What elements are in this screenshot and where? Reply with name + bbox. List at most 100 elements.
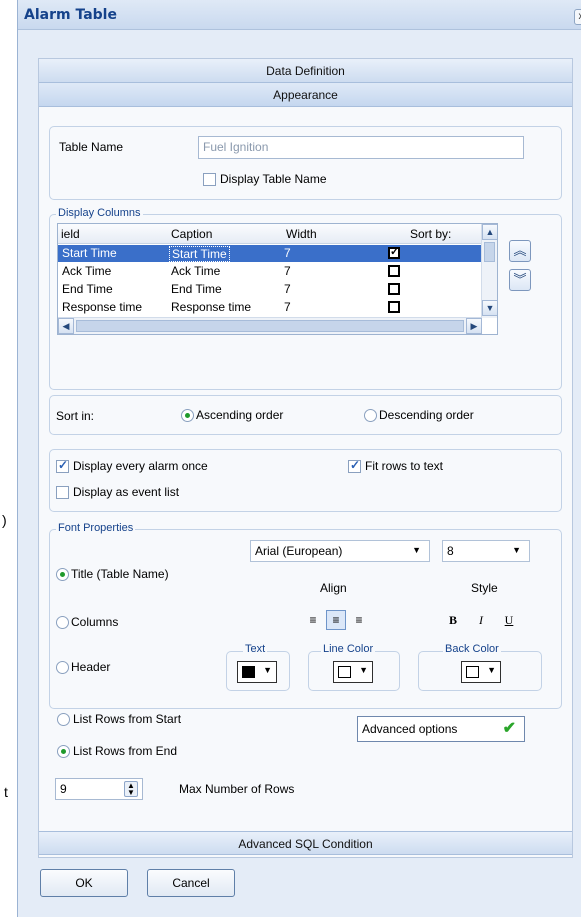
list-from-start-radio[interactable] bbox=[57, 713, 70, 726]
dialog-title: Alarm Table bbox=[24, 7, 117, 23]
grid-horizontal-scrollbar[interactable]: ◀ ▶ bbox=[58, 317, 482, 334]
text-color-picker[interactable]: ▼ bbox=[237, 661, 277, 683]
background-letter: t bbox=[4, 784, 8, 800]
row-caption[interactable]: Ack Time bbox=[171, 264, 220, 278]
scroll-left-icon[interactable]: ◀ bbox=[58, 318, 74, 334]
underline-button[interactable]: U bbox=[499, 610, 519, 630]
text-color-label: Text bbox=[243, 643, 268, 655]
row-field: Start Time bbox=[62, 246, 117, 260]
row-caption[interactable]: Response time bbox=[171, 300, 251, 314]
font-select[interactable]: Arial (European) ▼ bbox=[250, 540, 430, 562]
target-title-label: Title (Table Name) bbox=[71, 567, 169, 581]
size-value: 8 bbox=[447, 544, 454, 558]
grid-header: ield Caption Width Sort by: bbox=[58, 224, 482, 244]
display-table-name-checkbox[interactable] bbox=[203, 173, 216, 186]
list-from-end-radio[interactable] bbox=[57, 745, 70, 758]
font-properties-group: Font Properties Arial (European) ▼ 8 ▼ T… bbox=[49, 522, 562, 709]
cancel-button[interactable]: Cancel bbox=[147, 869, 235, 897]
size-select[interactable]: 8 ▼ bbox=[442, 540, 530, 562]
display-table-name-label: Display Table Name bbox=[220, 172, 327, 186]
section-data-definition[interactable]: Data Definition bbox=[39, 59, 572, 83]
max-rows-spinner[interactable]: 9 ▲ ▼ bbox=[55, 778, 143, 800]
target-title-radio[interactable] bbox=[56, 568, 69, 581]
scroll-up-icon[interactable]: ▲ bbox=[482, 224, 497, 240]
row-caption[interactable]: End Time bbox=[171, 282, 222, 296]
title-bar: Alarm Table x bbox=[18, 0, 581, 30]
ascending-radio[interactable] bbox=[181, 409, 194, 422]
display-once-checkbox[interactable] bbox=[56, 458, 69, 473]
scroll-thumb[interactable] bbox=[484, 242, 495, 262]
bold-button[interactable]: B bbox=[443, 610, 463, 630]
align-right-icon[interactable]: ≡ bbox=[349, 610, 369, 630]
move-up-button[interactable]: ︽ bbox=[509, 240, 531, 262]
event-list-checkbox[interactable] bbox=[56, 486, 69, 499]
table-name-input[interactable]: Fuel Ignition bbox=[198, 136, 524, 159]
header-field[interactable]: ield bbox=[61, 227, 80, 241]
chevron-down-icon: ▼ bbox=[412, 545, 421, 555]
back-color-group: Back Color ▼ bbox=[418, 643, 542, 691]
back-color-label: Back Color bbox=[443, 643, 501, 655]
align-center-icon[interactable]: ≡ bbox=[326, 610, 346, 630]
close-icon[interactable]: x bbox=[574, 9, 581, 25]
spinner-arrows-icon[interactable]: ▲ ▼ bbox=[124, 781, 138, 797]
display-options-group: Display every alarm once Fit rows to tex… bbox=[49, 449, 562, 512]
header-width[interactable]: Width bbox=[286, 227, 317, 241]
move-down-button[interactable]: ︾ bbox=[509, 269, 531, 291]
fit-rows-label: Fit rows to text bbox=[365, 459, 444, 473]
fit-rows-checkbox[interactable] bbox=[348, 458, 361, 473]
header-sort-by[interactable]: Sort by: bbox=[410, 227, 451, 241]
row-caption[interactable]: Start Time bbox=[169, 246, 230, 262]
sort-in-label: Sort in: bbox=[56, 409, 95, 423]
display-columns-group: Display Columns ield Caption Width Sort … bbox=[49, 207, 562, 390]
alarm-table-dialog: Alarm Table x Data Definition Appearance… bbox=[17, 0, 581, 917]
grid-vertical-scrollbar[interactable]: ▲ ▼ bbox=[481, 224, 497, 318]
table-row[interactable]: Ack Time Ack Time 7 bbox=[58, 263, 482, 280]
target-columns-label: Columns bbox=[71, 615, 119, 629]
section-appearance[interactable]: Appearance bbox=[39, 83, 572, 107]
target-header-label: Header bbox=[71, 660, 111, 674]
table-row[interactable]: Start Time Start Time 7 bbox=[58, 245, 482, 262]
back-color-picker[interactable]: ▼ bbox=[461, 661, 501, 683]
sort-checkbox[interactable] bbox=[388, 265, 400, 277]
sort-checkbox[interactable] bbox=[388, 301, 400, 313]
table-row[interactable]: End Time End Time 7 bbox=[58, 281, 482, 298]
display-once-label: Display every alarm once bbox=[73, 459, 208, 473]
target-header-radio[interactable] bbox=[56, 661, 69, 674]
chevron-down-icon: ▼ bbox=[359, 665, 368, 675]
sort-in-group: Sort in: Ascending order Descending orde… bbox=[49, 395, 562, 435]
line-color-picker[interactable]: ▼ bbox=[333, 661, 373, 683]
ascending-label: Ascending order bbox=[196, 408, 284, 422]
sort-checkbox[interactable] bbox=[388, 283, 400, 295]
table-name-label: Table Name bbox=[59, 140, 124, 154]
row-width[interactable]: 7 bbox=[284, 282, 291, 296]
list-from-start-label: List Rows from Start bbox=[73, 712, 182, 726]
header-caption[interactable]: Caption bbox=[171, 227, 212, 241]
target-columns-radio[interactable] bbox=[56, 616, 69, 629]
scroll-right-icon[interactable]: ▶ bbox=[466, 318, 482, 334]
table-name-group: Table Name Fuel Ignition Display Table N… bbox=[49, 126, 562, 200]
italic-button[interactable]: I bbox=[471, 610, 491, 630]
sort-checkbox[interactable] bbox=[388, 245, 400, 259]
display-columns-legend: Display Columns bbox=[56, 207, 143, 219]
max-rows-label: Max Number of Rows bbox=[179, 782, 295, 796]
style-label: Style bbox=[471, 581, 498, 595]
columns-grid[interactable]: ield Caption Width Sort by: Start Time S… bbox=[57, 223, 498, 335]
scroll-thumb[interactable] bbox=[76, 320, 464, 332]
align-label: Align bbox=[320, 581, 347, 595]
ok-button[interactable]: OK bbox=[40, 869, 128, 897]
line-color-group: Line Color ▼ bbox=[308, 643, 400, 691]
align-left-icon[interactable]: ≡ bbox=[303, 610, 323, 630]
text-color-swatch bbox=[242, 666, 255, 678]
table-row[interactable]: Response time Response time 7 bbox=[58, 299, 482, 316]
row-width[interactable]: 7 bbox=[284, 246, 291, 260]
descending-radio[interactable] bbox=[364, 409, 377, 422]
list-from-end-label: List Rows from End bbox=[73, 744, 178, 758]
row-width[interactable]: 7 bbox=[284, 264, 291, 278]
section-advanced-sql[interactable]: Advanced SQL Condition bbox=[39, 831, 572, 855]
font-value: Arial (European) bbox=[255, 544, 343, 558]
scroll-down-icon[interactable]: ▼ bbox=[482, 300, 497, 316]
chevron-down-icon: ▼ bbox=[487, 665, 496, 675]
chevron-down-icon: ▼ bbox=[263, 665, 272, 675]
advanced-options-select[interactable]: Advanced options ✔ bbox=[357, 716, 525, 742]
row-width[interactable]: 7 bbox=[284, 300, 291, 314]
